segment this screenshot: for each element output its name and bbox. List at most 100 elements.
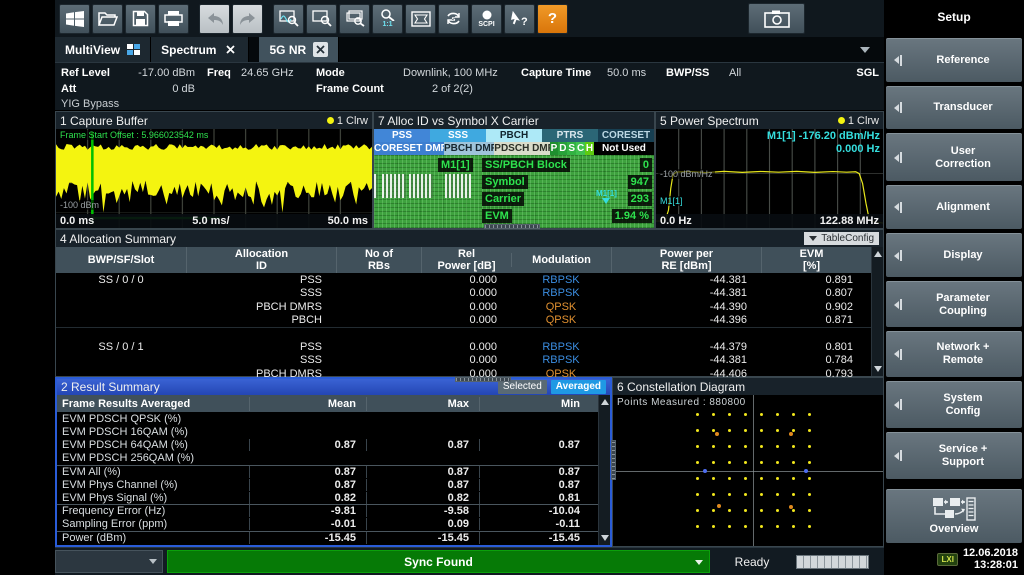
softkey-system-config[interactable]: System Config [886,381,1022,428]
open-file-button[interactable] [92,4,123,34]
tab-spectrum-close-button[interactable] [223,42,238,57]
table-config-button[interactable]: TableConfig [804,232,879,245]
allocation-row[interactable]: SSS0.000RBPSK-44.3810.784 [56,354,871,368]
averaged-tab[interactable]: Averaged [551,380,606,394]
att-value[interactable]: 0 dB [113,82,195,96]
marker-info-row: Symbol 947 [374,174,654,189]
result-row[interactable]: EVM PDSCH QPSK (%) [57,412,598,425]
allocation-scrollbar[interactable] [871,247,883,376]
help-button[interactable]: ? [537,4,568,34]
zoom-signal-button[interactable] [273,4,304,34]
softkey-display[interactable]: Display [886,233,1022,278]
tab-5g-nr-close-button[interactable] [313,42,328,57]
allocation-row[interactable]: SS / 0 / 1PSS0.000RBPSK-44.3790.801 [56,340,871,354]
allocation-summary-title-bar[interactable]: 4 Allocation Summary TableConfig [56,230,883,247]
save-button[interactable] [125,4,156,34]
zoom-multiple-button[interactable] [339,4,370,34]
result-scrollbar[interactable] [598,395,610,545]
result-row[interactable]: EVM Phys Channel (%)0.870.870.87 [57,478,598,491]
zoom-screen-button[interactable] [306,4,337,34]
constellation-title-bar[interactable]: 6 Constellation Diagram [613,378,883,395]
single-sweep-badge: SGL [856,66,879,80]
scroll-up-arrow[interactable] [873,249,883,259]
status-message-dropdown[interactable] [55,550,163,573]
constellation-point [776,413,779,416]
tab-multiview[interactable]: MultiView [55,37,151,62]
ref-line-label: -100 dBm/Hz [658,169,715,179]
constellation-point [808,477,811,480]
capture-buffer-title: 1 Capture Buffer [60,114,148,128]
marker-name[interactable]: M1[1] [438,158,473,172]
allocation-cell: 0.793 [761,368,861,377]
result-row[interactable]: EVM Phys Signal (%)0.820.820.81 [57,491,598,504]
zoom-one-to-one-button[interactable]: 1:1 [372,4,403,34]
overview-button[interactable]: Overview [886,489,1022,543]
mode-value[interactable]: Downlink, 100 MHz [403,66,498,80]
marker-m1-label[interactable]: M1[1] [658,196,685,206]
softkey-parameter-coupling[interactable]: Parameter Coupling [886,281,1022,327]
constellation-point [804,469,808,473]
scroll-down-arrow[interactable] [600,533,610,543]
allocation-cell: -44.390 [611,301,761,313]
result-row[interactable]: Sampling Error (ppm)-0.010.09-0.11 [57,518,598,531]
toolbar: 1:1 s SCPI ? ? [55,0,884,37]
alloc-id-title-bar[interactable]: 7 Alloc ID vs Symbol X Carrier [374,112,654,129]
result-row[interactable]: EVM All (%)0.870.870.87 [57,465,598,478]
screenshot-button[interactable] [748,3,805,34]
bwp-ss-value[interactable]: All [729,66,741,80]
allocation-row[interactable]: PBCH DMRS0.000QPSK-44.4060.793 [56,367,871,377]
tab-spectrum[interactable]: Spectrum [151,37,249,62]
continue-sweep-button[interactable]: s [438,4,469,34]
softkey-user-correction[interactable]: User Correction [886,133,1022,181]
result-value: -0.01 [249,518,366,530]
freq-value[interactable]: 24.65 GHz [241,66,294,80]
result-label: Sampling Error (ppm) [57,518,249,530]
result-row[interactable]: EVM PDSCH 64QAM (%)0.870.870.87 [57,438,598,451]
marker-readout-line1: M1[1] -176.20 dBm/Hz [767,130,880,143]
ref-level-value[interactable]: -17.00 dBm [113,66,195,80]
tab-5g-nr[interactable]: 5G NR [259,37,339,62]
result-row[interactable]: EVM PDSCH 256QAM (%) [57,452,598,465]
constellation-plot: Points Measured : 880800 [613,395,883,546]
splitter-handle[interactable] [611,440,616,480]
softkey-reference[interactable]: Reference [886,38,1022,82]
allocation-row[interactable]: PBCH DMRS0.000QPSK-44.3900.902 [56,300,871,314]
windows-start-button[interactable] [59,4,90,34]
scroll-down-arrow[interactable] [873,364,883,374]
constellation-point [712,525,715,528]
capture-time-value[interactable]: 50.0 ms [607,66,646,80]
softkey-alignment[interactable]: Alignment [886,185,1022,229]
power-spectrum-title-bar[interactable]: 5 Power Spectrum 1 Clrw [656,112,883,129]
marker-flag[interactable]: M1[1] [596,190,617,204]
allocation-row[interactable]: PBCH0.000QPSK-44.3960.871 [56,314,871,328]
result-summary-title: 2 Result Summary [61,380,160,394]
result-row[interactable]: EVM PDSCH 16QAM (%) [57,425,598,438]
allocation-cell: SSS [186,354,336,366]
redo-button[interactable] [232,4,263,34]
allocation-row[interactable]: SSS0.000RBPSK-44.3810.807 [56,287,871,301]
allocation-cell: 0.871 [761,314,861,326]
splitter-handle[interactable] [455,377,511,382]
softkey-service-support[interactable]: Service + Support [886,432,1022,480]
result-row[interactable]: Power (dBm)-15.45-15.45-15.45 [57,531,598,544]
allocation-cell: 0.000 [421,368,511,377]
allocation-row[interactable]: SS / 0 / 0PSS0.000RBPSK-44.3810.891 [56,273,871,287]
sync-state-bar[interactable]: Sync Found [167,550,710,573]
scroll-up-arrow[interactable] [600,397,610,407]
scpi-recorder-button[interactable]: SCPI [471,4,502,34]
capture-buffer-window: 1 Capture Buffer 1 Clrw Frame Start Offs… [55,111,373,229]
softkey-transducer[interactable]: Transducer [886,86,1022,130]
tab-list-dropdown[interactable] [860,47,870,53]
constellation-point [808,461,811,464]
display-frame-button[interactable] [405,4,436,34]
allocation-cell: QPSK [511,301,611,313]
undo-button[interactable] [199,4,230,34]
softkey-network-remote[interactable]: Network + Remote [886,331,1022,377]
selected-tab[interactable]: Selected [498,380,547,394]
constellation-point [792,477,795,480]
print-button[interactable] [158,4,189,34]
context-help-button[interactable]: ? [504,4,535,34]
capture-buffer-title-bar[interactable]: 1 Capture Buffer 1 Clrw [56,112,372,129]
result-summary-title-bar[interactable]: 2 Result Summary Selected Averaged [57,379,610,395]
result-row[interactable]: Frequency Error (Hz)-9.81-9.58-10.04 [57,504,598,517]
